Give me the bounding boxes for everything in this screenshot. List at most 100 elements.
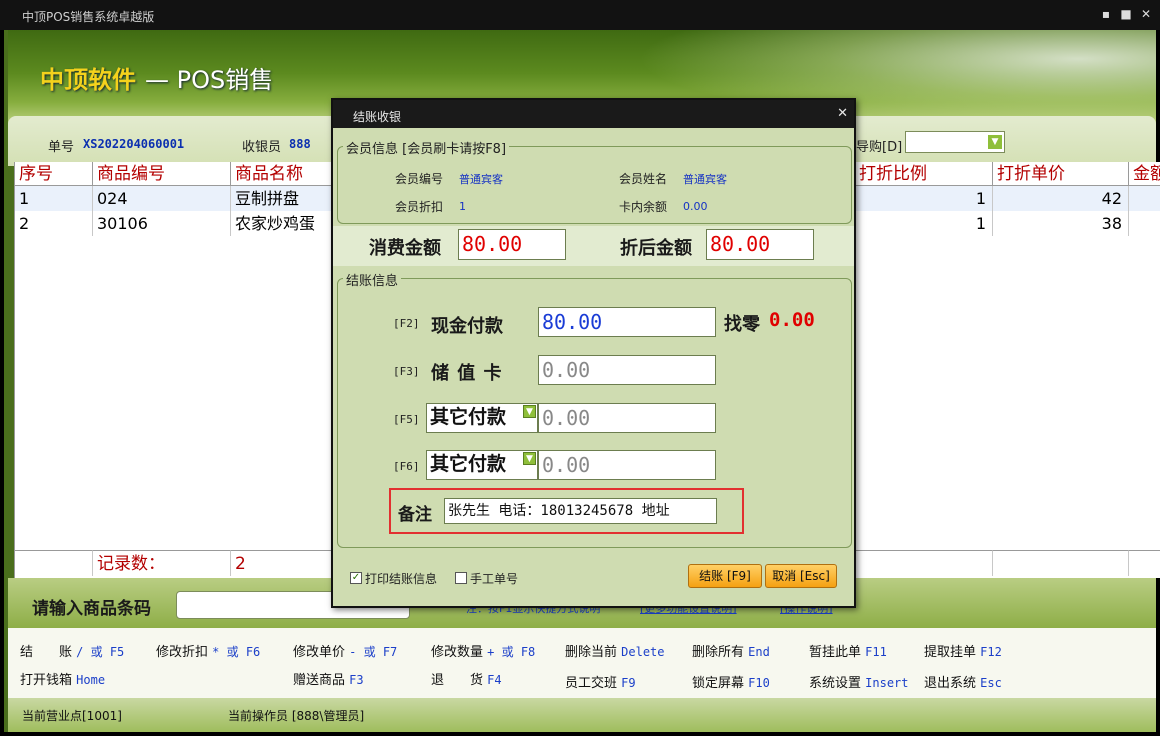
status-store: 当前营业点[1001] <box>22 709 122 723</box>
guide-label: 导购[D] <box>856 140 903 155</box>
shortcut-label: 删除当前 <box>565 645 618 660</box>
cell-code: 30106 <box>93 211 231 236</box>
after-discount-field: 80.00 <box>706 229 814 260</box>
payment-legend: 结账信息 <box>343 270 402 289</box>
cash-label: 现金付款 <box>431 316 503 337</box>
shortcut-settings[interactable]: 系统设置 Insert <box>809 672 909 691</box>
chevron-down-icon: ▼ <box>523 452 536 465</box>
stored-card-label: 储 值 卡 <box>431 363 503 384</box>
shortcut-key: F11 <box>865 645 887 659</box>
stored-card-input[interactable]: 0.00 <box>538 355 716 385</box>
shortcut-lock[interactable]: 锁定屏幕 F10 <box>692 672 770 691</box>
other-payment-label: 其它付款 <box>430 406 507 428</box>
window-title: 中顶POS销售系统卓越版 <box>22 10 155 24</box>
maximize-button[interactable]: ■ <box>1118 6 1134 22</box>
member-discount-label: 会员折扣 <box>395 200 444 214</box>
dialog-titlebar: 结账收银 ✕ <box>333 100 854 128</box>
shortcut-hold[interactable]: 暂挂此单 F11 <box>809 641 887 660</box>
shortcut-checkout[interactable]: 结 账 / 或 F5 <box>20 641 124 660</box>
shortcut-key: F9 <box>621 676 636 690</box>
shortcut-key: * 或 F6 <box>212 645 261 659</box>
shortcut-label: 删除所有 <box>692 645 745 660</box>
other1-key: [F5] <box>393 413 420 426</box>
footer-cell <box>855 550 993 576</box>
shortcut-label: 修改数量 <box>431 645 484 660</box>
column-header[interactable]: 金额 <box>1129 162 1160 186</box>
other-payment-input-1[interactable]: 0.00 <box>538 403 716 433</box>
column-header[interactable]: 序号 <box>15 162 93 186</box>
remark-input[interactable]: 张先生 电话：18013245678 地址 <box>444 498 717 524</box>
barcode-label: 请输入商品条码 <box>32 599 151 619</box>
footer-cell <box>15 550 93 576</box>
manual-checkbox[interactable]: ✓ <box>455 572 467 584</box>
cancel-button[interactable]: 取消 [Esc] <box>765 564 837 588</box>
column-header[interactable]: 打折单价 <box>993 162 1129 186</box>
shortcut-price[interactable]: 修改单价 - 或 F7 <box>293 641 397 660</box>
status-bar: 当前营业点[1001] 当前操作员 [888\管理员] <box>8 698 1156 732</box>
shortcut-exit[interactable]: 退出系统 Esc <box>924 672 1002 691</box>
cash-key: [F2] <box>393 317 420 330</box>
dialog-close-icon[interactable]: ✕ <box>837 106 848 121</box>
column-header[interactable]: 打折比例 <box>855 162 993 186</box>
shortcut-label: 结 账 <box>20 645 73 660</box>
cell-ratio: 1 <box>855 211 993 236</box>
manual-label: 手工单号 <box>470 572 519 586</box>
other2-key: [F6] <box>393 460 420 473</box>
shortcut-quantity[interactable]: 修改数量 + 或 F8 <box>431 641 535 660</box>
shortcut-cashbox[interactable]: 打开钱箱 Home <box>20 669 105 688</box>
other-payment-input-2[interactable]: 0.00 <box>538 450 716 480</box>
shortcut-discount[interactable]: 修改折扣 * 或 F6 <box>156 641 260 660</box>
shortcut-key: + 或 F8 <box>487 645 536 659</box>
member-name-value: 普通宾客 <box>683 173 727 186</box>
shortcut-key: F10 <box>748 676 770 690</box>
shortcut-key: Home <box>76 673 106 687</box>
cash-input[interactable]: 80.00 <box>538 307 716 337</box>
window-titlebar: 中顶POS销售系统卓越版 ▪ ■ ✕ <box>0 0 1160 30</box>
close-button[interactable]: ✕ <box>1138 6 1154 22</box>
shortcut-key: F4 <box>487 673 502 687</box>
footer-cell <box>993 550 1129 576</box>
chevron-down-icon: ▼ <box>988 135 1002 149</box>
member-legend: 会员信息 [会员刷卡请按F8] <box>343 138 510 157</box>
other-payment-select-2[interactable]: 其它付款 ▼ <box>426 450 538 480</box>
chevron-down-icon: ▼ <box>523 405 536 418</box>
cell-seq: 1 <box>15 186 93 211</box>
shortcut-key: Esc <box>980 676 1002 690</box>
shortcut-label: 退 货 <box>431 673 484 688</box>
shortcut-retrieve[interactable]: 提取挂单 F12 <box>924 641 1002 660</box>
after-discount-label: 折后金额 <box>620 238 692 259</box>
shortcut-key: - 或 F7 <box>349 645 398 659</box>
guide-select[interactable]: ▼ <box>905 131 1005 153</box>
dialog-title: 结账收银 <box>353 110 402 124</box>
print-label: 打印结账信息 <box>365 572 438 586</box>
footer-cell <box>1129 550 1160 576</box>
shortcut-shift[interactable]: 员工交班 F9 <box>565 672 636 691</box>
cell-price: 38 <box>993 211 1129 236</box>
brand-subtitle: — POS销售 <box>145 66 274 94</box>
column-header[interactable]: 商品编号 <box>93 162 231 186</box>
other-payment-label: 其它付款 <box>430 453 507 475</box>
shortcut-delete-all[interactable]: 删除所有 End <box>692 641 770 660</box>
member-no-label: 会员编号 <box>395 172 444 186</box>
print-checkbox[interactable]: ✓ <box>350 572 362 584</box>
record-count-label: 记录数： <box>93 550 231 576</box>
cell-code: 024 <box>93 186 231 211</box>
change-label: 找零 <box>724 314 760 335</box>
card-key: [F3] <box>393 365 420 378</box>
other-payment-select-1[interactable]: 其它付款 ▼ <box>426 403 538 433</box>
checkout-button[interactable]: 结账 [F9] <box>688 564 762 588</box>
shortcut-delete[interactable]: 删除当前 Delete <box>565 641 665 660</box>
shortcut-key: Insert <box>865 676 909 690</box>
cell-ratio: 1 <box>855 186 993 211</box>
amount-label: 消费金额 <box>369 238 441 259</box>
status-operator: 当前操作员 [888\管理员] <box>228 709 365 723</box>
minimize-button[interactable]: ▪ <box>1098 6 1114 22</box>
shortcut-return[interactable]: 退 货 F4 <box>431 669 502 688</box>
shortcut-key: Delete <box>621 645 665 659</box>
card-balance-label: 卡内余额 <box>619 200 668 214</box>
shortcut-gift[interactable]: 赠送商品 F3 <box>293 669 364 688</box>
shortcut-label: 锁定屏幕 <box>692 676 745 691</box>
brand-name: 中顶软件 <box>40 66 136 94</box>
member-no-value: 普通宾客 <box>459 173 503 186</box>
shortcut-label: 暂挂此单 <box>809 645 862 660</box>
